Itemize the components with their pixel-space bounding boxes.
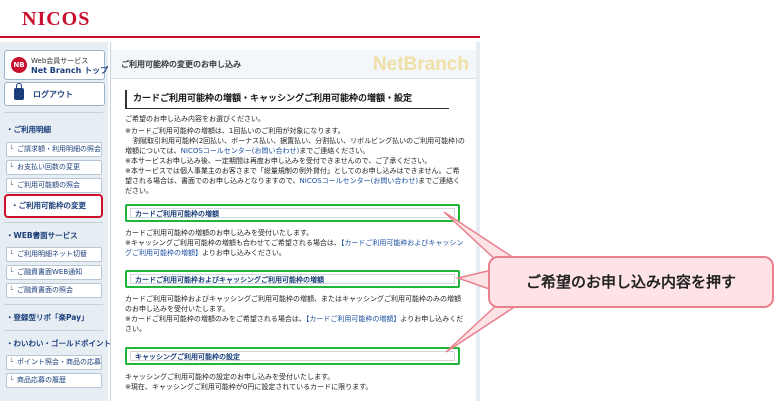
option-card-limit-increase-button[interactable]: カードご利用可能枠の増額 — [125, 204, 460, 222]
option-cashing-limit-setting-button[interactable]: キャッシングご利用可能枠の設定 — [125, 347, 460, 365]
section-title: カードご利用可能枠の増額・キャッシングご利用可能枠の増額・設定 — [125, 90, 449, 109]
sidebar-divider — [4, 304, 103, 305]
page-title-bar: ご利用可能枠の変更のお申し込み NetBranch — [111, 50, 477, 79]
option-cashing-limit-setting-label: キャッシングご利用可能枠の設定 — [130, 351, 455, 361]
sidebar-category-rakupay[interactable]: ・登録型リボ「楽Pay」 — [6, 312, 89, 323]
intro-text: ご希望のお申し込み内容をお選びください。 — [125, 115, 265, 123]
sidebar-category-points[interactable]: ・わいわい・ゴールドポイント — [6, 338, 111, 349]
netbranch-watermark-logo: NetBranch — [372, 54, 469, 75]
instruction-callout: ご希望のお申し込み内容を押す — [488, 256, 774, 308]
main-content: ご利用可能枠の変更のお申し込み NetBranch カードご利用可能枠の増額・キ… — [110, 42, 477, 401]
option-2-description: カードご利用可能枠およびキャッシングご利用可能枠の増額、またはキャッシングご利用… — [125, 295, 464, 333]
sidebar-item-loan-web-notice[interactable]: ご融資書面WEB通知 — [6, 265, 102, 280]
sidebar-item-limit-change[interactable]: ・ご利用可能枠の変更 — [4, 194, 103, 218]
sidebar-item-payment-count[interactable]: お支払い回数の変更 — [6, 160, 102, 175]
call-center-link[interactable]: NICOSコールセンター(お問い合わせ) — [181, 147, 300, 155]
header: NICOS — [0, 0, 776, 38]
option-card-limit-increase-label: カードご利用可能枠の増額 — [130, 208, 455, 218]
sidebar-item-billing-statement[interactable]: ご請求額・利用明細の照会 — [6, 142, 102, 157]
sidebar-item-prize-history[interactable]: 商品応募の履歴 — [6, 373, 102, 388]
sidebar: NB Web会員サービス Net Branch トップ ログアウト ・ご利用明細… — [0, 42, 111, 401]
netbranch-top-button[interactable]: NB Web会員サービス Net Branch トップ — [4, 50, 109, 80]
lock-icon — [14, 83, 24, 100]
option-card-and-cashing-increase-label: カードご利用可能枠およびキャッシングご利用可能枠の増額 — [130, 274, 455, 284]
header-divider — [0, 36, 480, 38]
sidebar-divider — [4, 330, 103, 331]
netbranch-icon: NB — [11, 57, 27, 73]
notice-1: ※カードご利用可能枠の増額は、1回払いのご利用が対象になります。 割賦取引利用可… — [125, 127, 465, 155]
scrollbar[interactable] — [476, 42, 480, 401]
option-1-inline-link[interactable]: 【カードご利用可能枠の増額】 — [306, 315, 401, 323]
logout-button[interactable]: ログアウト — [4, 82, 105, 106]
notice-3: ※本サービスでは個人事業主のお客さまで「総量規制の例外貸付」としてのお申し込みは… — [125, 167, 461, 195]
sidebar-item-loan-document[interactable]: ご融資書面の照会 — [6, 283, 102, 298]
nicos-logo[interactable]: NICOS — [22, 8, 90, 31]
sidebar-category-usage[interactable]: ・ご利用明細 — [6, 124, 51, 135]
sidebar-item-point-inquiry[interactable]: ポイント照会・商品の応募 — [6, 355, 102, 370]
call-center-link[interactable]: NICOSコールセンター(お問い合わせ) — [300, 177, 419, 185]
sidebar-item-statement-net-switch[interactable]: ご利用明細ネット切替 — [6, 247, 102, 262]
option-card-and-cashing-increase-button[interactable]: カードご利用可能枠およびキャッシングご利用可能枠の増額 — [125, 270, 460, 288]
logout-label: ログアウト — [33, 90, 73, 99]
page-title: ご利用可能枠の変更のお申し込み — [121, 60, 241, 69]
instruction-callout-text: ご希望のお申し込み内容を押す — [525, 273, 736, 291]
option-3-description: キャッシングご利用可能枠の設定のお申し込みを受付いたします。 ※現在、キャッシン… — [125, 373, 373, 391]
option-1-description: カードご利用可能枠の増額のお申し込みを受付いたします。 ※キャッシングご利用可能… — [125, 229, 464, 257]
sidebar-divider — [4, 112, 103, 113]
sidebar-divider — [4, 222, 103, 223]
netbranch-top-label: Net Branch トップ — [31, 66, 109, 75]
notice-2: ※本サービスお申し込み後、一定期間は再度お申し込みを受付できませんので、ご了承く… — [125, 157, 432, 165]
sidebar-item-available-amount[interactable]: ご利用可能額の照会 — [6, 178, 102, 193]
sidebar-category-web-documents[interactable]: ・WEB書面サービス — [6, 230, 78, 241]
